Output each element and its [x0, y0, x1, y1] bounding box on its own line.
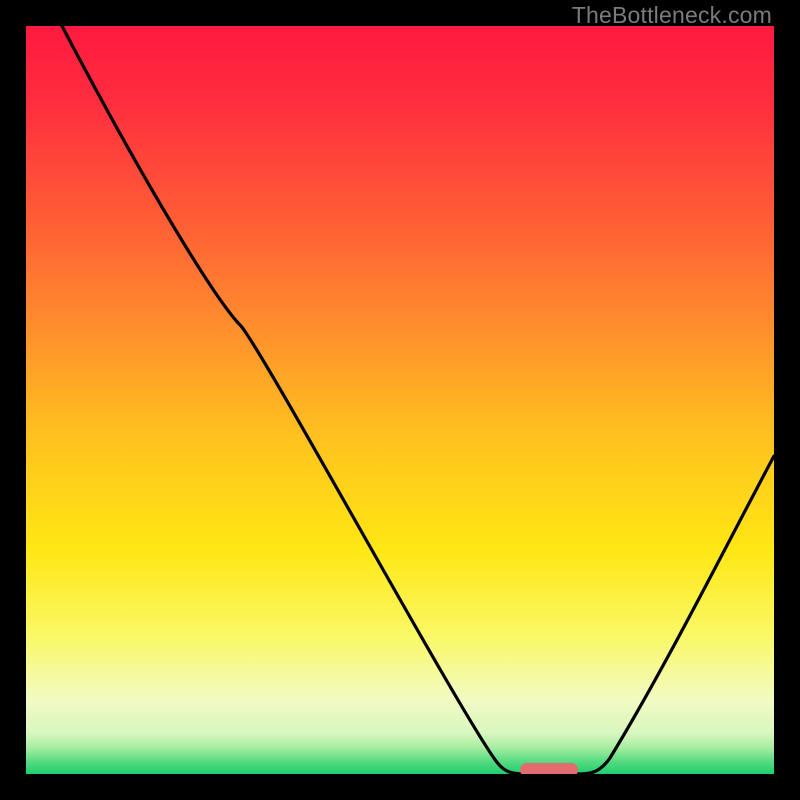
plot-area — [26, 26, 774, 774]
watermark-text: TheBottleneck.com — [572, 2, 772, 29]
optimal-range-marker — [520, 763, 578, 774]
chart-frame: TheBottleneck.com — [0, 0, 800, 800]
bottleneck-curve — [26, 26, 774, 774]
